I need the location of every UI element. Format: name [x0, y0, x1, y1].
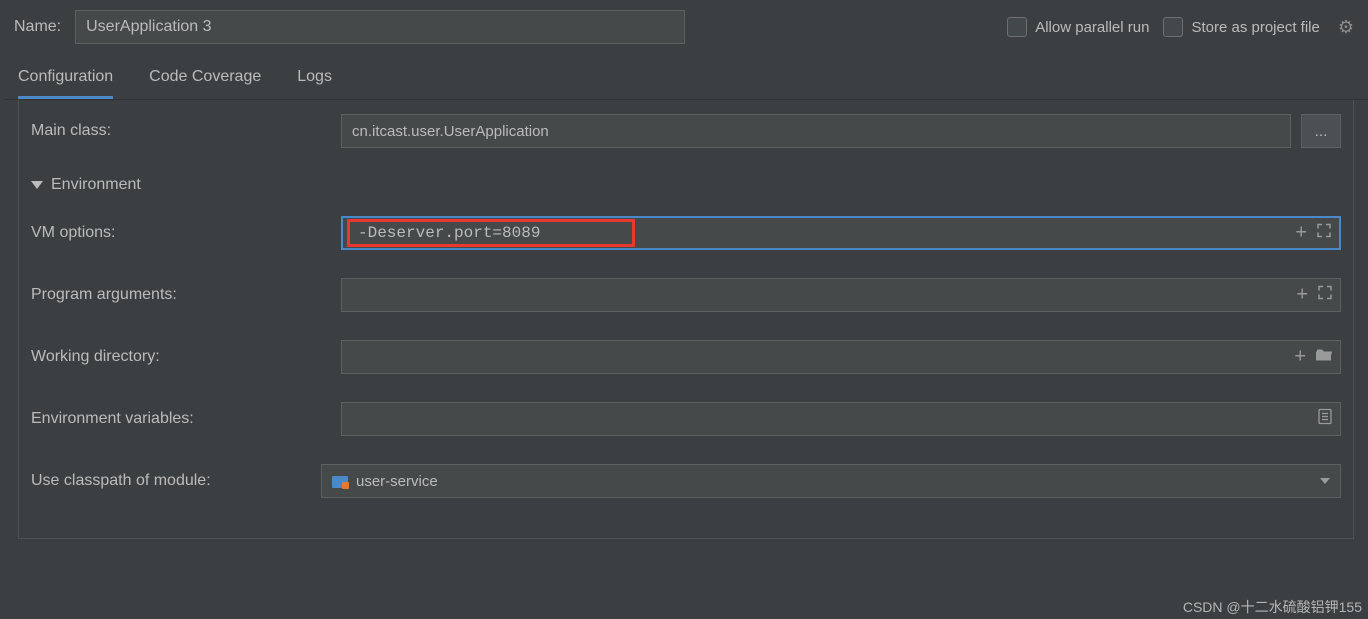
checkbox-box-icon [1163, 17, 1183, 37]
chevron-down-icon [1320, 478, 1330, 484]
classpath-module-value: user-service [356, 473, 438, 490]
name-input[interactable] [75, 10, 685, 44]
tab-code-coverage[interactable]: Code Coverage [149, 68, 261, 99]
expand-icon[interactable] [1317, 224, 1331, 243]
store-as-project-file-label: Store as project file [1191, 19, 1319, 36]
main-class-value: cn.itcast.user.UserApplication [352, 123, 549, 140]
checkbox-box-icon [1007, 17, 1027, 37]
list-icon[interactable] [1318, 409, 1332, 430]
allow-parallel-run-label: Allow parallel run [1035, 19, 1149, 36]
environment-section-label: Environment [51, 176, 141, 194]
watermark-text: CSDN @十二水硫酸铝钾155 [1183, 597, 1362, 617]
tab-logs[interactable]: Logs [297, 68, 332, 99]
program-arguments-input[interactable] [341, 278, 1341, 312]
folder-icon[interactable] [1316, 348, 1332, 367]
environment-variables-input[interactable] [341, 402, 1341, 436]
chevron-down-icon [31, 181, 43, 189]
plus-icon[interactable] [1295, 222, 1307, 245]
allow-parallel-run-checkbox[interactable]: Allow parallel run [1007, 17, 1149, 37]
expand-icon[interactable] [1318, 286, 1332, 305]
vm-options-label: VM options: [31, 224, 331, 242]
classpath-module-row: Use classpath of module: user-service [31, 464, 1341, 498]
working-directory-label: Working directory: [31, 348, 331, 366]
classpath-module-select[interactable]: user-service [321, 464, 1341, 498]
store-as-project-file-checkbox[interactable]: Store as project file [1163, 17, 1319, 37]
plus-icon[interactable] [1294, 346, 1306, 369]
configuration-panel: Main class: cn.itcast.user.UserApplicati… [18, 100, 1354, 539]
plus-icon[interactable] [1296, 284, 1308, 307]
main-class-row: Main class: cn.itcast.user.UserApplicati… [31, 114, 1341, 148]
browse-main-class-button[interactable]: ... [1301, 114, 1341, 148]
vm-options-input[interactable]: -Deserver.port=8089 [341, 216, 1341, 250]
working-directory-input[interactable] [341, 340, 1341, 374]
environment-section-toggle[interactable]: Environment [31, 176, 1341, 194]
working-directory-row: Working directory: [31, 340, 1341, 374]
classpath-module-label: Use classpath of module: [31, 472, 311, 490]
name-label: Name: [14, 18, 61, 36]
tab-configuration[interactable]: Configuration [18, 68, 113, 99]
program-arguments-label: Program arguments: [31, 286, 331, 304]
environment-variables-row: Environment variables: [31, 402, 1341, 436]
environment-variables-label: Environment variables: [31, 410, 331, 428]
vm-options-value: -Deserver.port=8089 [347, 219, 635, 247]
program-arguments-row: Program arguments: [31, 278, 1341, 312]
main-class-input[interactable]: cn.itcast.user.UserApplication [341, 114, 1291, 148]
vm-options-row: VM options: -Deserver.port=8089 [31, 216, 1341, 250]
main-class-label: Main class: [31, 122, 331, 140]
tabs-bar: Configuration Code Coverage Logs [4, 50, 1368, 100]
header-row: Name: Allow parallel run Store as projec… [0, 0, 1368, 50]
module-icon [332, 474, 348, 488]
gear-icon[interactable]: ⚙ [1338, 17, 1354, 38]
